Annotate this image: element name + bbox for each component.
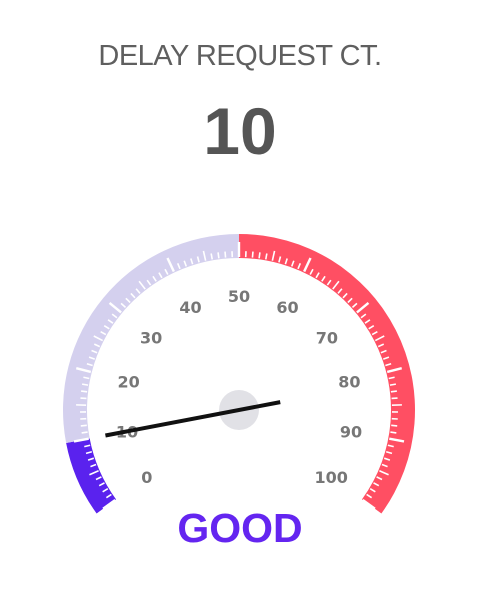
gauge-tick xyxy=(258,252,261,259)
gauge-tick xyxy=(81,431,88,434)
gauge-tick-labels: 0102030405060708090100 xyxy=(116,287,362,487)
gauge-tick xyxy=(81,383,89,386)
gauge-tick xyxy=(80,424,87,427)
tick-label-80: 80 xyxy=(338,373,360,392)
tick-label-50: 50 xyxy=(228,287,250,306)
tick-label-40: 40 xyxy=(179,298,201,317)
gauge-bands xyxy=(62,234,415,514)
gauge-tick xyxy=(81,390,88,393)
gauge-widget: DELAY REQUEST CT. 10 0102030405060708090… xyxy=(0,0,480,600)
gauge-band-0 xyxy=(66,438,117,514)
tick-label-60: 60 xyxy=(276,298,298,317)
gauge-tick xyxy=(217,252,220,259)
gauge-tick xyxy=(390,390,397,393)
gauge-tick xyxy=(224,251,227,258)
gauge-needle-group xyxy=(105,390,281,438)
tick-label-0: 0 xyxy=(141,468,152,487)
gauge-tick xyxy=(389,383,397,386)
gauge-tick xyxy=(251,251,254,258)
gauge-tick xyxy=(210,253,214,260)
tick-label-90: 90 xyxy=(340,422,362,441)
tick-label-100: 100 xyxy=(315,468,348,487)
gauge-tick xyxy=(391,424,398,427)
status-label: GOOD xyxy=(177,505,303,551)
gauge-tick xyxy=(390,431,397,434)
tick-label-30: 30 xyxy=(140,328,162,347)
tick-label-20: 20 xyxy=(117,373,139,392)
gauge-tick xyxy=(264,253,268,260)
tick-label-70: 70 xyxy=(316,328,338,347)
